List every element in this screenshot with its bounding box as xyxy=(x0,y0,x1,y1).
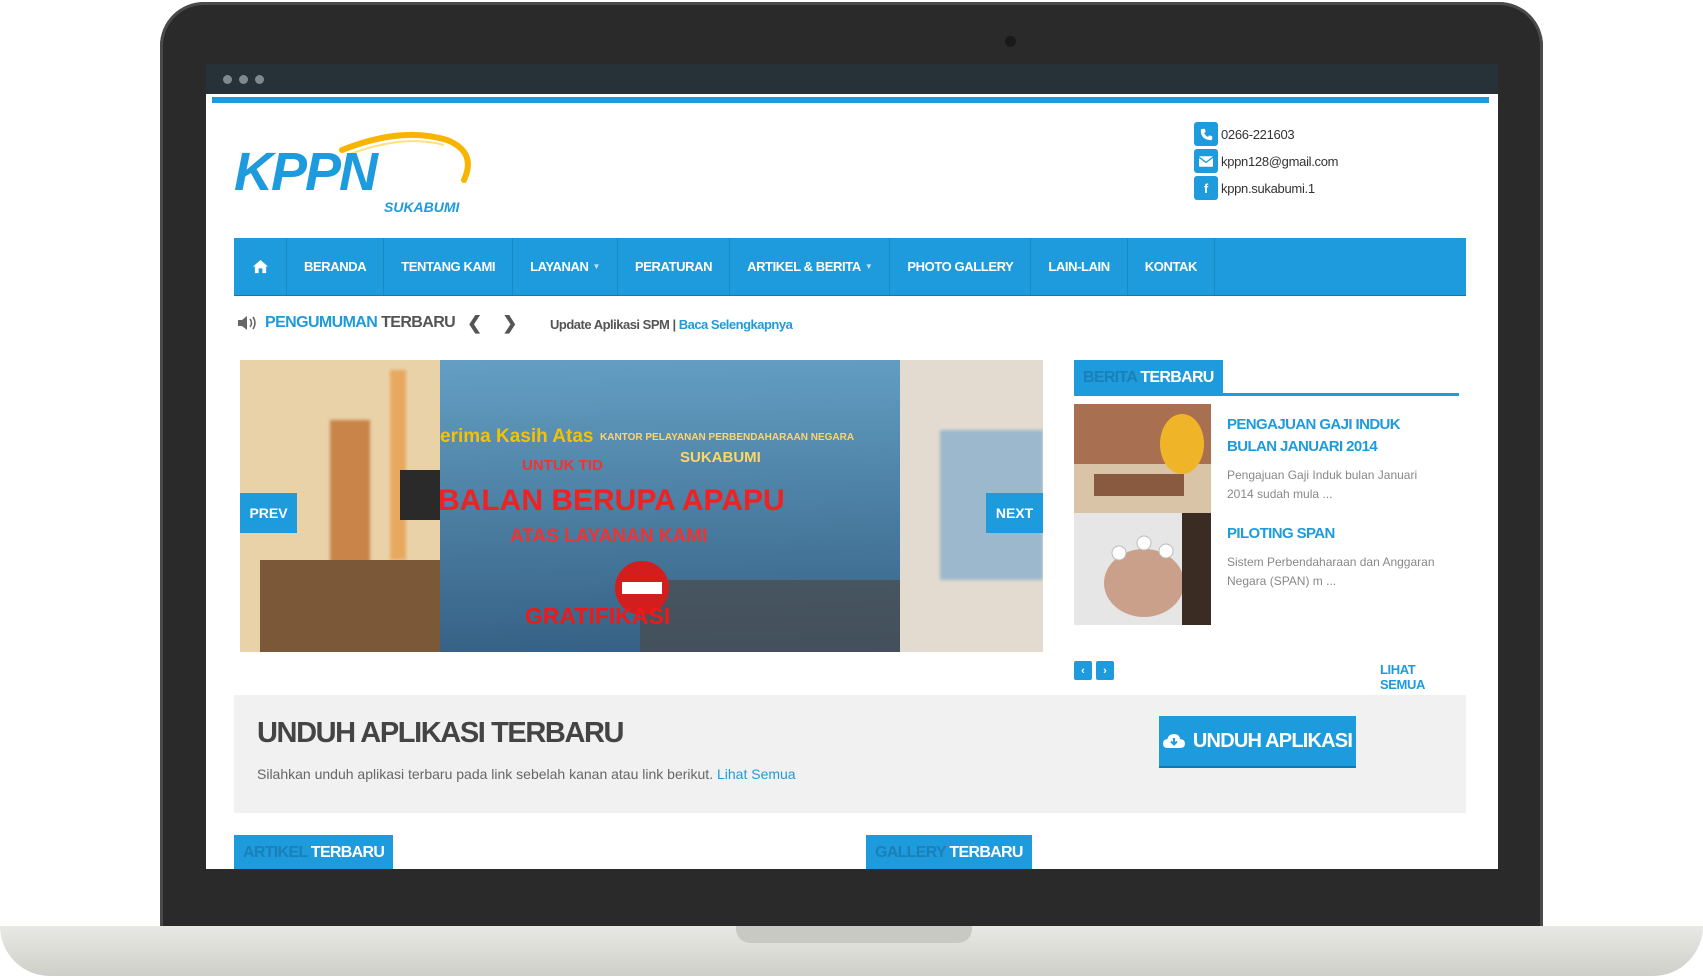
contact-phone[interactable]: 0266-221603 xyxy=(1194,121,1295,147)
window-dot-minimize[interactable] xyxy=(239,75,248,84)
phone-icon xyxy=(1194,122,1218,146)
artikel-terbaru-section: ARTIKEL TERBARU xyxy=(234,835,394,869)
gallery-section-title: GALLERY TERBARU xyxy=(866,835,1032,869)
download-app-button[interactable]: UNDUH APLIKASI xyxy=(1159,716,1356,766)
news-thumbnail xyxy=(1074,404,1211,516)
chevron-down-icon: ▼ xyxy=(592,262,601,271)
download-app-section: UNDUH APLIKASI TERBARU Silahkan unduh ap… xyxy=(234,695,1466,813)
news-next-button[interactable]: › xyxy=(1096,661,1114,680)
artikel-section-title: ARTIKEL TERBARU xyxy=(234,835,394,869)
berita-section-title: BERITA TERBARU xyxy=(1074,360,1223,395)
news-item[interactable]: PENGAJUAN GAJI INDUK BULAN JANUARI 2014 … xyxy=(1074,404,1459,516)
svg-text:UNTUK TID: UNTUK TID xyxy=(522,457,603,474)
webcam xyxy=(1005,36,1016,47)
top-accent-line xyxy=(212,97,1489,103)
chevron-down-icon: ▼ xyxy=(864,262,873,271)
kppn-logo[interactable]: KPPN SUKABUMI xyxy=(232,128,482,218)
slider-next-button[interactable]: NEXT xyxy=(986,493,1043,533)
svg-text:KANTOR PELAYANAN PERBENDAHARAA: KANTOR PELAYANAN PERBENDAHARAAN NEGARA xyxy=(600,432,854,443)
download-title: UNDUH APLIKASI TERBARU xyxy=(257,717,624,749)
slider-prev-button[interactable]: PREV xyxy=(240,493,297,533)
ticker-label: PENGUMUMAN TERBARU xyxy=(265,314,456,331)
see-all-link[interactable]: LIHAT SEMUA xyxy=(1380,662,1459,692)
download-see-all-link[interactable]: Lihat Semua xyxy=(717,766,796,782)
news-title[interactable]: PILOTING SPAN xyxy=(1227,523,1447,545)
gallery-terbaru-section: GALLERY TERBARU xyxy=(866,835,1032,869)
nav-item-photo-gallery[interactable]: PHOTO GALLERY xyxy=(890,238,1032,295)
facebook-handle: kppn.sukabumi.1 xyxy=(1221,180,1315,196)
svg-text:ATAS LAYANAN KAMI: ATAS LAYANAN KAMI xyxy=(510,526,707,547)
news-excerpt: Sistem Perbendaharaan dan Anggaran Negar… xyxy=(1227,555,1435,588)
contact-facebook[interactable]: f kppn.sukabumi.1 xyxy=(1194,175,1315,201)
facebook-icon: f xyxy=(1194,176,1218,200)
svg-text:erima Kasih Atas: erima Kasih Atas xyxy=(440,426,593,447)
news-item[interactable]: PILOTING SPAN Sistem Perbendaharaan dan … xyxy=(1074,513,1459,625)
ticker-next-arrow-icon[interactable]: ❯ xyxy=(502,313,517,334)
svg-text:GRATIFIKASI: GRATIFIKASI xyxy=(525,603,670,629)
svg-text:SUKABUMI: SUKABUMI xyxy=(384,199,461,215)
ticker-read-more-link[interactable]: Baca Selengkapnya xyxy=(679,317,793,332)
announcement-ticker: PENGUMUMAN TERBARU ❮ ❯ xyxy=(237,312,517,334)
nav-item-kontak[interactable]: KONTAK xyxy=(1128,238,1216,295)
ticker-text: Update Aplikasi SPM | Baca Selengkapnya xyxy=(550,317,793,332)
nav-item-tentang-kami[interactable]: TENTANG KAMI xyxy=(384,238,514,295)
nav-item-beranda[interactable]: BERANDA xyxy=(287,238,385,295)
berita-terbaru-widget: BERITA TERBARU PENGAJUAN GAJI INDUK BULA… xyxy=(1074,360,1459,692)
slider-image: erima Kasih Atas UNTUK TID BALAN BERUPA … xyxy=(240,360,1043,652)
svg-text:KPPN: KPPN xyxy=(234,142,379,202)
news-title[interactable]: PENGAJUAN GAJI INDUK BULAN JANUARI 2014 xyxy=(1227,414,1447,458)
news-excerpt: Pengajuan Gaji Induk bulan Januari 2014 … xyxy=(1227,468,1418,501)
image-slider[interactable]: erima Kasih Atas UNTUK TID BALAN BERUPA … xyxy=(240,360,1043,652)
home-icon xyxy=(252,259,268,274)
berita-title-underline xyxy=(1074,393,1459,396)
news-prev-button[interactable]: ‹ xyxy=(1074,661,1092,680)
nav-item-artikel-berita[interactable]: ARTIKEL & BERITA ▼ xyxy=(730,238,891,295)
nav-item-layanan[interactable]: LAYANAN ▼ xyxy=(513,238,619,295)
nav-item-peraturan[interactable]: PERATURAN xyxy=(618,238,731,295)
nav-home-button[interactable] xyxy=(234,238,287,295)
website-viewport: KPPN SUKABUMI 0266-221603 kppn128@gmail.… xyxy=(206,94,1498,869)
browser-bar xyxy=(206,64,1498,94)
laptop-notch xyxy=(736,926,972,943)
cloud-download-icon xyxy=(1162,734,1185,748)
download-text: Silahkan unduh aplikasi terbaru pada lin… xyxy=(257,766,796,782)
svg-text:BALAN BERUPA APAPU: BALAN BERUPA APAPU xyxy=(438,484,785,517)
phone-number: 0266-221603 xyxy=(1221,126,1295,142)
speaker-icon xyxy=(238,316,256,330)
window-dot-close[interactable] xyxy=(223,75,232,84)
svg-text:SUKABUMI: SUKABUMI xyxy=(680,449,761,466)
window-dot-maximize[interactable] xyxy=(255,75,264,84)
contact-email[interactable]: kppn128@gmail.com xyxy=(1194,148,1339,174)
main-navigation: BERANDA TENTANG KAMI LAYANAN ▼ PERATURAN … xyxy=(234,238,1466,296)
email-address: kppn128@gmail.com xyxy=(1221,153,1339,169)
news-thumbnail xyxy=(1074,513,1211,625)
ticker-prev-arrow-icon[interactable]: ❮ xyxy=(467,313,482,334)
mail-icon xyxy=(1194,149,1218,173)
nav-item-lain-lain[interactable]: LAIN-LAIN xyxy=(1031,238,1128,295)
